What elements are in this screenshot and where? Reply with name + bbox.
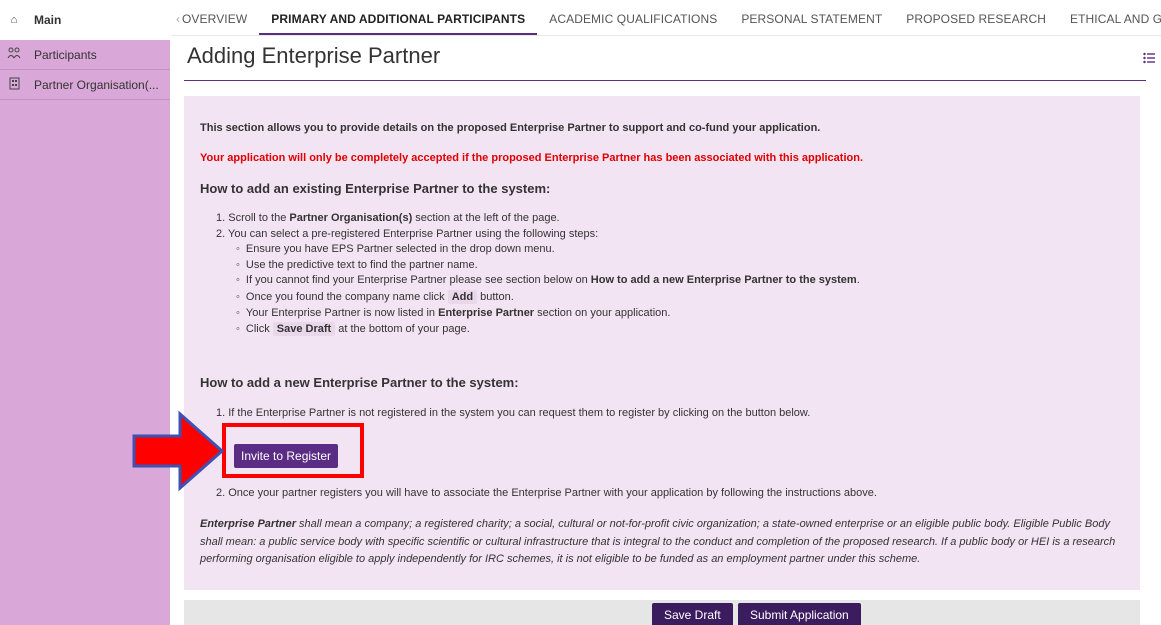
definition-text: shall mean a company; a registered chari… <box>200 518 1116 565</box>
sidebar-item-participants[interactable]: Participants <box>0 40 170 70</box>
sidebar-main-label: Main <box>34 13 62 27</box>
chevron-left-icon[interactable]: ‹ <box>172 12 180 35</box>
content-panel: This section allows you to provide detai… <box>184 96 1140 590</box>
substep-3-text-end: . <box>856 274 860 286</box>
substep-6-text-end: at the bottom of your page. <box>335 323 470 335</box>
step-2-substeps: Ensure you have EPS Partner selected in … <box>216 242 860 338</box>
substep-5-text: Your Enterprise Partner is now listed in <box>245 306 439 319</box>
submit-application-button[interactable]: Submit Application <box>738 603 861 625</box>
substep-6-text: Click <box>245 323 273 335</box>
definition-term: Enterprise Partner <box>200 518 296 530</box>
sidebar-item-label: Participants <box>34 47 97 62</box>
new-partner-step-2: 2. Once your partner registers you will … <box>216 487 877 499</box>
substep-5-text-end: section on your application. <box>534 306 671 319</box>
step-1-text-end: section at the left of the page. <box>412 212 560 224</box>
intro-text: This section allows you to provide detai… <box>200 122 821 134</box>
sidebar-nav: Participants Partner Organisation(... <box>0 40 170 625</box>
sidebar-item-label: Partner Organisation(... <box>34 77 159 92</box>
annotation-arrow-icon <box>132 410 224 492</box>
add-chip: Add <box>447 289 478 304</box>
substep-4-text-end: button. <box>477 290 514 303</box>
title-divider <box>184 80 1146 81</box>
save-draft-chip: Save Draft <box>272 322 336 336</box>
sidebar: ⌂ Main Participants Partner Organisation… <box>0 0 170 625</box>
annotation-highlight-box <box>222 423 364 478</box>
page-title: Adding Enterprise Partner <box>187 43 441 68</box>
footer-bar: Save Draft Submit Application <box>184 600 1140 625</box>
tab-ethical-and-gender[interactable]: ETHICAL AND GENDER S <box>1058 12 1161 35</box>
substep-5: Your Enterprise Partner is now listed in… <box>236 306 860 322</box>
substep-1: Ensure you have EPS Partner selected in … <box>236 242 860 258</box>
tab-bar: ‹ OVERVIEW PRIMARY AND ADDITIONAL PARTIC… <box>172 0 1161 36</box>
tab-proposed-research[interactable]: PROPOSED RESEARCH <box>894 12 1058 35</box>
sidebar-item-partner-organisations[interactable]: Partner Organisation(... <box>0 70 170 100</box>
save-draft-button[interactable]: Save Draft <box>652 603 733 625</box>
warning-text: Your application will only be completely… <box>200 152 864 164</box>
substep-3-text: If you cannot find your Enterprise Partn… <box>245 274 591 286</box>
tab-academic-qualifications[interactable]: ACADEMIC QUALIFICATIONS <box>537 12 729 35</box>
people-icon <box>6 47 22 62</box>
tab-primary-and-additional-participants[interactable]: PRIMARY AND ADDITIONAL PARTICIPANTS <box>259 12 538 35</box>
building-icon <box>6 77 22 93</box>
step-2: 2. You can select a pre-registered Enter… <box>216 227 599 240</box>
substep-3-bold: How to add a new Enterprise Partner to t… <box>590 274 857 286</box>
substep-4-text: Once you found the company name click <box>245 290 448 303</box>
step-2-text: You can select a pre-registered Enterpri… <box>228 227 599 240</box>
step-1-text: Scroll to the <box>228 212 290 224</box>
substep-4: Once you found the company name click Ad… <box>236 289 860 306</box>
new-partner-heading: How to add a new Enterprise Partner to t… <box>200 375 519 390</box>
tab-personal-statement[interactable]: PERSONAL STATEMENT <box>729 12 894 35</box>
tab-overview[interactable]: OVERVIEW <box>180 12 259 35</box>
substep-5-bold: Enterprise Partner <box>438 306 535 319</box>
substep-2: Use the predictive text to find the part… <box>236 258 860 274</box>
step-1-bold: Partner Organisation(s) <box>289 212 413 224</box>
step-1: 1. Scroll to the Partner Organisation(s)… <box>216 212 560 224</box>
enterprise-partner-definition: Enterprise Partner shall mean a company;… <box>200 516 1130 569</box>
substep-3: If you cannot find your Enterprise Partn… <box>236 273 860 289</box>
substep-6: Click Save Draft at the bottom of your p… <box>236 321 860 338</box>
new-partner-step-1: 1. If the Enterprise Partner is not regi… <box>216 407 811 419</box>
sidebar-main[interactable]: ⌂ Main <box>0 0 170 40</box>
existing-partner-heading: How to add an existing Enterprise Partne… <box>200 181 551 196</box>
existing-partner-steps: 1. Scroll to the Partner Organisation(s)… <box>216 211 860 338</box>
list-icon[interactable] <box>1143 52 1157 64</box>
home-icon: ⌂ <box>10 14 18 26</box>
